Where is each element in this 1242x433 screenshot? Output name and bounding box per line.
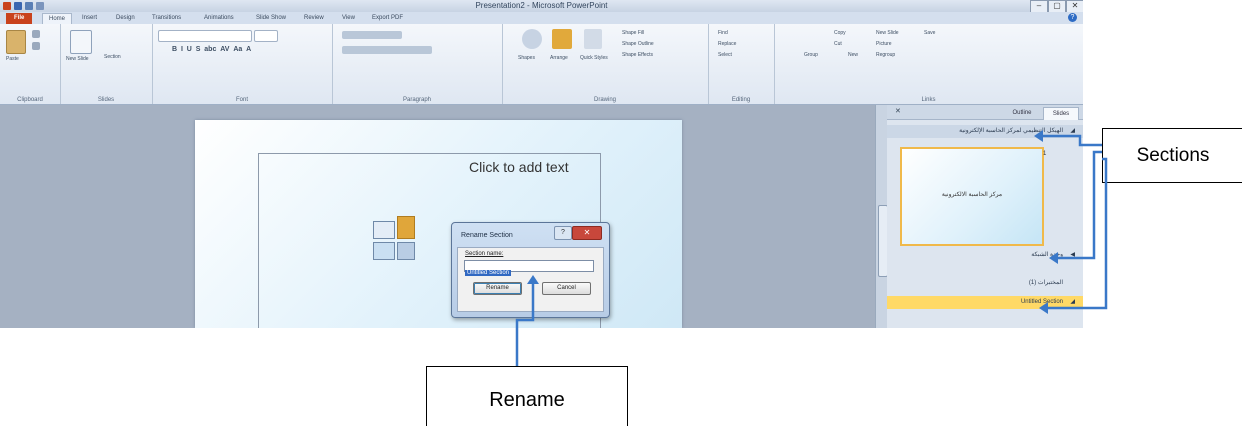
arrowhead-3: [1039, 302, 1048, 314]
arrow-to-selected-section: [1048, 157, 1108, 310]
arrow-to-section-name-input: [515, 282, 535, 366]
arrow-to-section-2: [1058, 150, 1102, 260]
arrow-to-section-header: [1043, 134, 1102, 147]
annotation-arrows: [515, 130, 1108, 366]
arrowhead-4: [527, 275, 539, 284]
arrowhead-1: [1034, 130, 1043, 142]
arrowhead-2: [1049, 252, 1058, 264]
